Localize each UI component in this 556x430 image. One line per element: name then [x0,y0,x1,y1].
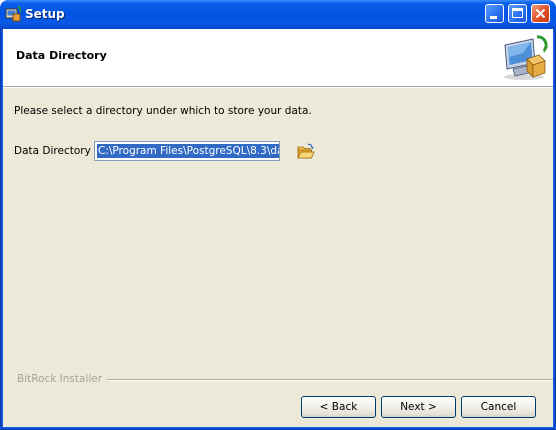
browse-button[interactable] [295,141,317,161]
maximize-button[interactable] [508,4,527,23]
next-button[interactable]: Next > [381,396,456,418]
setup-app-icon [5,6,21,22]
wizard-header: Data Directory [3,29,553,87]
instructions-text: Please select a directory under which to… [14,105,312,117]
cancel-button[interactable]: Cancel [461,396,536,418]
open-folder-icon [297,143,315,159]
close-button[interactable] [531,4,550,23]
minimize-icon [490,16,497,19]
data-directory-field[interactable]: C:\Program Files\PostgreSQL\8.3\data [94,141,280,161]
close-icon [535,8,546,19]
setup-window: Setup Data Directory Please select a dir… [0,0,556,430]
window-title: Setup [25,7,65,21]
dialog-body: Data Directory Please select a directory… [3,29,553,427]
maximize-icon [512,8,523,18]
page-title: Data Directory [16,49,107,62]
data-directory-label: Data Directory [14,145,91,157]
footer-divider [107,379,553,381]
title-bar[interactable]: Setup [0,0,556,29]
computer-box-icon [504,35,548,80]
minimize-button[interactable] [485,4,504,23]
header-divider [3,87,553,88]
installer-brand: BitRock Installer [17,373,103,385]
data-directory-value: C:\Program Files\PostgreSQL\8.3\data [97,144,279,158]
back-button[interactable]: < Back [301,396,376,418]
